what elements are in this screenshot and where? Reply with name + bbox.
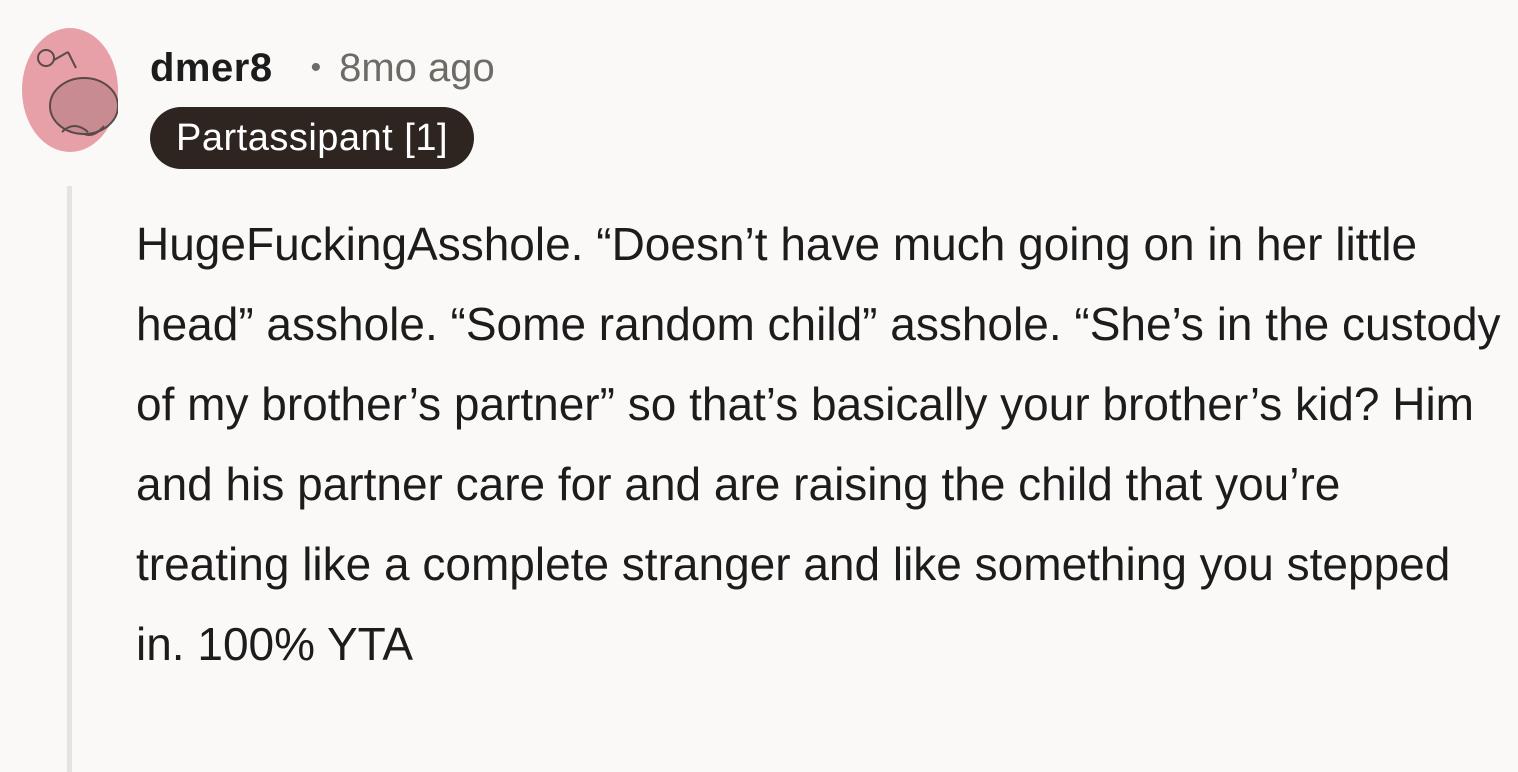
separator-dot: •: [310, 51, 322, 84]
comment-meta: dmer8 • 8mo ago: [150, 40, 495, 96]
username-link[interactable]: dmer8: [150, 46, 273, 91]
user-avatar-icon[interactable]: [22, 28, 118, 152]
user-flair-badge: Partassipant [1]: [150, 107, 475, 169]
timestamp[interactable]: 8mo ago: [339, 46, 495, 91]
thread-line[interactable]: [67, 186, 72, 772]
comment: dmer8 • 8mo ago Partassipant [1] HugeFuc…: [0, 0, 1518, 772]
comment-body: HugeFuckingAsshole. “Doesn’t have much g…: [136, 218, 1501, 670]
